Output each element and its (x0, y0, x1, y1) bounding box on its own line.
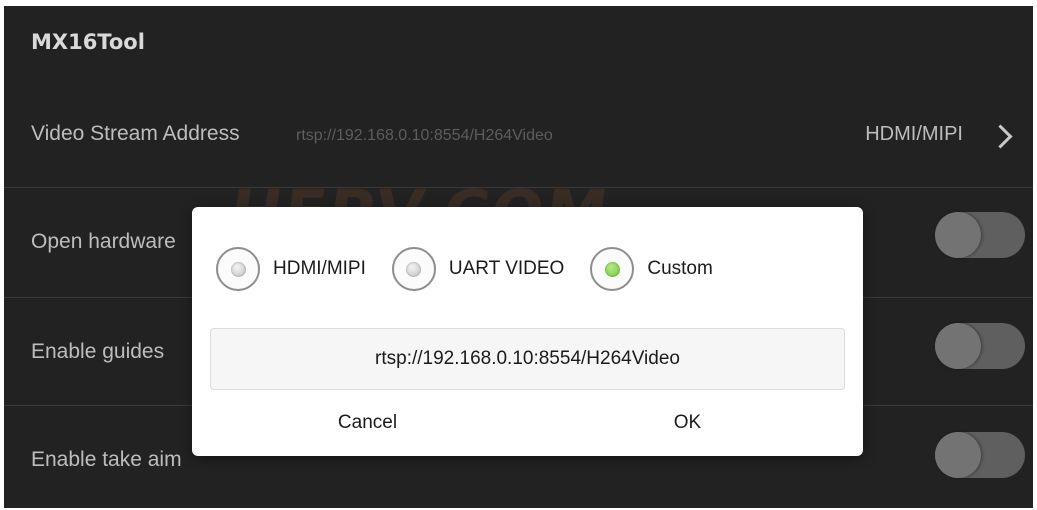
radio-dot-icon (230, 261, 246, 277)
video-stream-address-value: rtsp://192.168.0.10:8554/H264Video (296, 127, 553, 144)
radio-dot-icon (406, 261, 422, 277)
radio-button[interactable] (590, 247, 635, 291)
video-stream-address-label: Video Stream Address (31, 122, 240, 145)
open-hardware-label: Open hardware (31, 230, 176, 253)
video-stream-address-row[interactable]: Video Stream Address rtsp://192.168.0.10… (4, 78, 1033, 188)
cancel-button[interactable]: Cancel (210, 403, 525, 443)
radio-dot-checked-icon (604, 261, 620, 277)
radio-label: Custom (647, 258, 713, 279)
toggle-knob (935, 323, 981, 369)
stream-source-radio-group: HDMI/MIPI UART VIDEO Custom (216, 244, 739, 294)
stream-url-input[interactable]: rtsp://192.168.0.10:8554/H264Video (210, 328, 845, 390)
enable-take-aim-toggle[interactable] (935, 432, 1025, 478)
enable-guides-toggle[interactable] (935, 323, 1025, 369)
ok-button[interactable]: OK (530, 403, 845, 443)
enable-take-aim-label: Enable take aim (31, 448, 182, 471)
radio-button[interactable] (216, 247, 260, 291)
radio-option-hdmi-mipi[interactable]: HDMI/MIPI (216, 247, 366, 291)
toggle-knob (935, 432, 981, 478)
radio-label: UART VIDEO (448, 258, 565, 279)
app-bar: MX16Tool (4, 6, 1033, 78)
app-title: MX16Tool (31, 30, 145, 54)
enable-guides-label: Enable guides (31, 340, 165, 363)
stream-mode-value: HDMI/MIPI (865, 123, 963, 145)
stream-source-dialog: HDMI/MIPI UART VIDEO Custom rtsp://192.1… (192, 207, 863, 456)
chevron-right-icon (988, 124, 1013, 149)
radio-option-custom[interactable]: Custom (590, 247, 713, 291)
toggle-knob (935, 212, 981, 258)
open-hardware-toggle[interactable] (935, 212, 1025, 258)
radio-option-uart-video[interactable]: UART VIDEO (391, 247, 565, 291)
radio-label: HDMI/MIPI (273, 258, 366, 279)
radio-button[interactable] (391, 247, 436, 291)
